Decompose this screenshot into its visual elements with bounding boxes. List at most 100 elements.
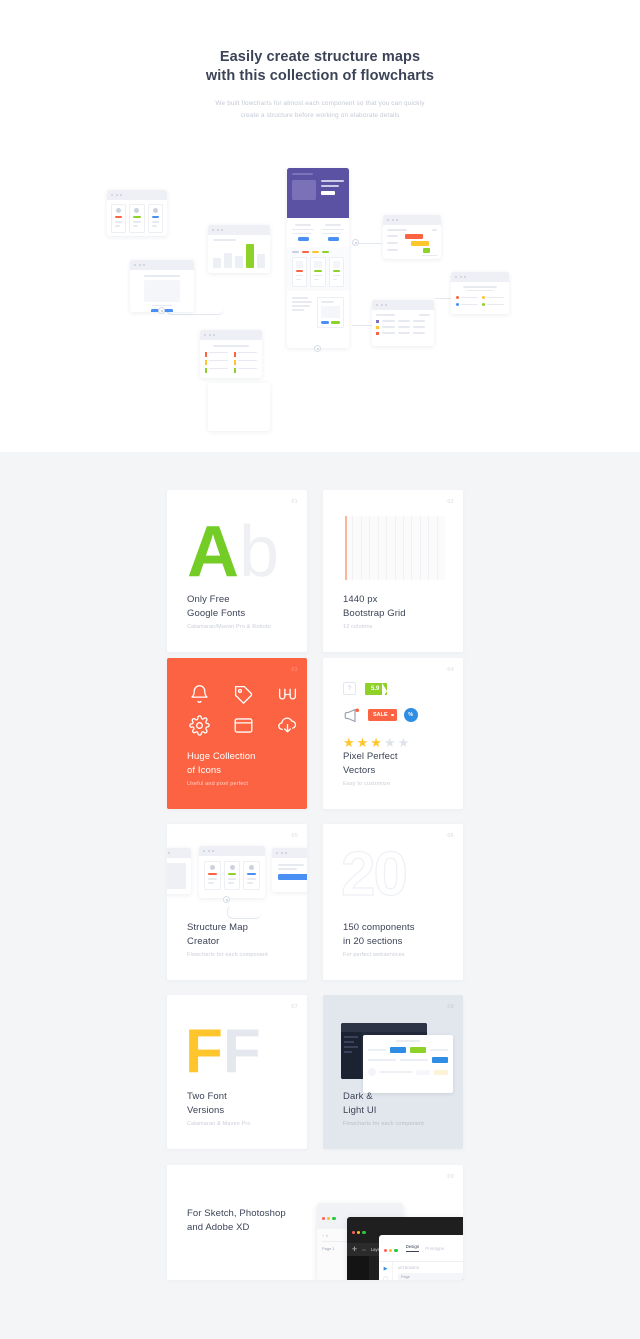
window-titlebar [200,330,262,340]
letter-secondary: b [239,512,280,592]
flow-node[interactable] [352,239,359,246]
adobe-xd-window: Design Prototype ▶ ▢ ◯ ARTBOARDS Page [379,1235,463,1280]
feature-card-components-count[interactable]: 06 20 150 components in 20 sections For … [323,824,463,980]
dark-light-graphic [323,995,463,1100]
star-empty-icon: ★★ [383,735,412,750]
feature-card-bootstrap-grid[interactable]: 02 1440 px Bootstrap Grid 12 columns [323,490,463,652]
gear-icon [189,715,210,736]
icon-set-graphic [189,684,307,736]
flow-window-table[interactable] [372,300,434,346]
flow-card [147,204,163,234]
card-title-line-2: Versions [187,1104,225,1116]
page-title: Easily create structure maps with this c… [0,0,640,86]
tab-design[interactable]: Design [405,1244,420,1252]
mini-window [167,848,191,894]
vector-badges-graphic: ? 5.9 SALE % ★★★★★ [343,682,418,752]
flowchart-diagram [0,160,640,431]
feature-card-icon-collection[interactable]: 03 Huge Collection of Icons Useful and p… [167,658,307,809]
page-title-line-2: with this collection of flowcharts [205,68,435,84]
flow-card [310,256,326,287]
card-title-line-2: Light UI [343,1104,377,1116]
app-windows-graphic: + ∨ Page 1 ✛ ▭ Layer — ⦙⦙⦙ ⇤⇥ ⇞⇟ [317,1203,463,1280]
card-title-line-2: in 20 sections [343,935,403,947]
flow-card [111,204,127,234]
feature-card-structure-map[interactable]: 05 Structure Map Creator Flowcharts for … [167,824,307,980]
card-number: 03 [291,667,298,673]
flow-window-features[interactable] [107,190,167,236]
card-accent [133,216,141,218]
card-title-line-1: Pixel Perfect [343,751,398,762]
card-title-line-2: Google Fonts [187,607,246,619]
letter-primary: A [187,512,239,592]
flow-card [129,204,145,234]
card-caption: Catamaran & Maven Pro [187,1121,251,1127]
feature-card-vectors[interactable]: 04 ? 5.9 SALE % ★★★★★ Pixel Perfect Vect… [323,658,463,809]
outline-number: 20 [340,840,408,909]
feature-card-google-fonts[interactable]: 01 Ab Only Free Google Fonts Catamaran/M… [167,490,307,652]
hero-section: Easily create structure maps with this c… [0,0,640,452]
window-titlebar [107,190,167,200]
card-dot-icon [152,208,158,213]
flow-window-chart[interactable] [208,383,270,431]
card-dot-icon [134,208,140,213]
card-number: 04 [447,667,454,673]
card-title-line-2: Creator [187,935,220,947]
card-caption: Easy to customize [343,781,391,787]
percent-badge: % [403,708,418,722]
flow-window-timeline[interactable] [383,215,441,259]
mini-window [199,846,265,898]
card-caption: 12 columns [343,624,373,630]
bootstrap-grid-graphic [345,516,445,580]
flow-window-checklist[interactable] [200,330,262,378]
browser-icon [233,715,254,736]
card-title-line-1: For Sketch, Photoshop [187,1208,286,1219]
connector-line-5 [227,905,261,919]
card-title-line-1: Dark & [343,1091,373,1102]
card-title-line-1: 1440 px [343,594,378,605]
card-title-line-1: Two Font [187,1091,227,1102]
letter-secondary: F [222,1017,261,1086]
window-titlebar [383,215,441,225]
flow-node[interactable] [158,307,165,314]
mini-window [272,848,307,892]
bell-icon [189,684,210,705]
card-caption: Flowcharts for each component [343,1121,425,1127]
flow-window-options[interactable] [451,272,509,314]
light-ui-window [363,1035,453,1093]
card-caption: Useful and pixel perfect [187,781,249,787]
card-caption: Flowcharts for each component [187,952,269,958]
tab-prototype[interactable]: Prototype [425,1246,444,1251]
flow-card [328,256,344,287]
card-number: 07 [291,1004,298,1010]
card-accent [151,216,159,218]
page-subtitle-line-1: We built flowcharts for almost each comp… [215,100,425,107]
card-caption: For perfect webservices [343,952,405,958]
feature-card-font-versions[interactable]: 07 FF Two Font Versions Catamaran & Mave… [167,995,307,1149]
font-sample-graphic: Ab [187,516,279,588]
card-number: 02 [447,499,454,505]
card-accent [115,216,123,218]
card-title-line-1: Huge Collection [187,751,256,762]
feature-card-design-tools[interactable]: 09 For Sketch, Photoshop and Adobe XD + … [167,1165,463,1280]
card-title-line-1: Only Free [187,594,230,605]
flow-window-form[interactable] [130,260,194,312]
rating-ribbon: 5.9 [365,682,388,699]
structure-map-graphic [167,846,307,919]
card-caption: Catamaran/Maven Pro & Roboto [187,624,271,630]
window-titlebar [451,272,509,282]
cloud-download-icon [277,715,298,736]
card-title-line-2: of Icons [187,764,222,776]
flow-node[interactable] [314,345,321,352]
flow-node[interactable] [223,896,230,903]
card-number: 06 [447,833,454,839]
flow-window-landing-page[interactable] [287,168,349,348]
feature-card-dark-light-ui[interactable]: 08 Dark & Light UI Flowcharts for each c… [323,995,463,1149]
megaphone-icon [343,708,361,723]
page-list-item[interactable]: Page [398,1273,463,1280]
window-titlebar [130,260,194,270]
flow-window-barchart[interactable] [208,225,270,273]
card-number: 05 [291,833,298,839]
card-dot-icon [116,208,122,213]
card-title-line-1: 150 components [343,922,415,933]
card-number: 01 [291,499,298,505]
